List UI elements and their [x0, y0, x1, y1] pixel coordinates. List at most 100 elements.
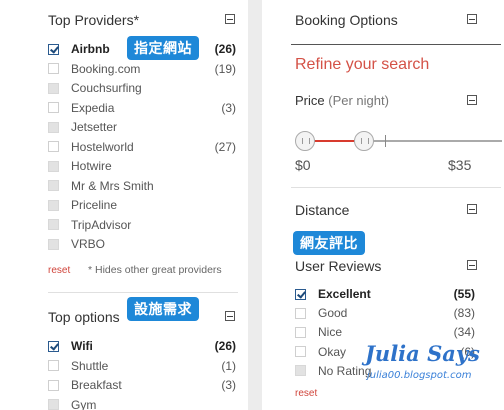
- option-count: (3): [221, 378, 236, 392]
- reviews-annotation-badge: 網友評比: [293, 231, 365, 255]
- review-label: Good: [318, 306, 348, 321]
- checkbox[interactable]: [48, 379, 59, 391]
- provider-label: Booking.com: [71, 61, 141, 76]
- provider-item[interactable]: Expedia (3): [48, 100, 236, 116]
- option-label: Shuttle: [71, 358, 109, 373]
- provider-label: Jetsetter: [71, 120, 118, 134]
- provider-item[interactable]: Hotwire: [48, 158, 236, 174]
- checkbox[interactable]: [48, 121, 59, 133]
- top-providers-collapse-icon[interactable]: [225, 14, 235, 24]
- review-label: No Rating: [318, 363, 372, 378]
- provider-label: Priceline: [71, 198, 118, 212]
- price-min-handle[interactable]: [295, 131, 315, 151]
- provider-label: Mr & Mrs Smith: [71, 178, 154, 193]
- checkbox[interactable]: [48, 399, 59, 410]
- distance-collapse-icon[interactable]: [467, 204, 477, 214]
- watermark-title: Julia Says: [365, 341, 480, 366]
- provider-count: (19): [214, 61, 236, 76]
- provider-item[interactable]: Mr & Mrs Smith: [48, 178, 236, 194]
- checkbox[interactable]: [48, 238, 59, 250]
- provider-label: Expedia: [71, 100, 115, 115]
- option-item[interactable]: Wifi (26): [48, 338, 236, 354]
- checkbox[interactable]: [48, 141, 59, 152]
- review-count: (83): [453, 306, 475, 321]
- providers-reset-link[interactable]: reset: [48, 265, 70, 276]
- review-count: (55): [453, 287, 475, 301]
- review-item[interactable]: Excellent (55): [295, 286, 475, 302]
- checkbox[interactable]: [295, 346, 306, 358]
- review-item[interactable]: Nice (34): [295, 324, 475, 340]
- price-unit: (Per night): [328, 93, 389, 108]
- provider-count: (26): [214, 42, 236, 56]
- review-count: (34): [453, 325, 475, 340]
- price-label: Price (Per night): [295, 93, 389, 108]
- provider-label: VRBO: [71, 237, 106, 251]
- provider-label: Couchsurfing: [71, 81, 142, 95]
- provider-label: Hotwire: [71, 159, 112, 173]
- checkbox[interactable]: [48, 102, 59, 113]
- option-item[interactable]: Gym: [48, 397, 236, 410]
- top-providers-title: Top Providers*: [48, 12, 140, 28]
- checkbox[interactable]: [48, 63, 59, 74]
- distance-title: Distance: [295, 202, 350, 218]
- checkbox[interactable]: [48, 219, 59, 230]
- booking-options-collapse-icon[interactable]: [467, 14, 477, 24]
- provider-label: Hostelworld: [71, 139, 134, 154]
- option-count: (26): [214, 339, 236, 353]
- provider-item[interactable]: VRBO: [48, 236, 236, 252]
- top-options-title: Top options: [48, 309, 120, 325]
- right-filter-panel: Booking Options Refine your search Price…: [262, 0, 504, 410]
- checked-checkbox[interactable]: [48, 340, 59, 352]
- checkbox[interactable]: [295, 365, 306, 377]
- provider-count: (27): [214, 139, 236, 154]
- booking-options-title: Booking Options: [295, 12, 398, 28]
- divider: [48, 292, 238, 293]
- provider-item[interactable]: TripAdvisor: [48, 217, 236, 233]
- checkbox[interactable]: [48, 360, 59, 371]
- provider-item[interactable]: Hostelworld (27): [48, 139, 236, 155]
- price-max-value: $35: [448, 157, 472, 173]
- provider-item[interactable]: Booking.com (19): [48, 61, 236, 77]
- review-label: Nice: [318, 325, 343, 340]
- option-label: Breakfast: [71, 378, 122, 392]
- provider-label: TripAdvisor: [71, 217, 132, 232]
- option-count: (1): [221, 358, 236, 373]
- watermark-subtitle: julia00.blogspot.com: [367, 370, 472, 381]
- provider-item[interactable]: Jetsetter: [48, 119, 236, 135]
- checked-checkbox[interactable]: [295, 288, 306, 300]
- checked-checkbox[interactable]: [48, 43, 59, 55]
- price-min-value: $0: [295, 157, 311, 173]
- price-label-text: Price: [295, 93, 325, 108]
- provider-count: (3): [221, 100, 236, 115]
- price-max-handle[interactable]: [354, 131, 374, 151]
- checkbox[interactable]: [295, 326, 306, 338]
- option-label: Wifi: [71, 339, 93, 353]
- providers-note: * Hides other great providers: [88, 264, 222, 276]
- checkbox[interactable]: [295, 307, 306, 319]
- review-label: Okay: [318, 344, 347, 359]
- provider-item[interactable]: Couchsurfing: [48, 80, 236, 96]
- checkbox[interactable]: [48, 160, 59, 172]
- user-reviews-title: User Reviews: [295, 258, 382, 274]
- left-filter-panel: Top Providers* 指定網站 Airbnb (26) Booking.co…: [0, 0, 248, 410]
- price-collapse-icon[interactable]: [467, 95, 477, 105]
- checkbox[interactable]: [48, 82, 59, 94]
- options-annotation-badge: 設施需求: [127, 297, 199, 321]
- review-item[interactable]: Good (83): [295, 305, 475, 321]
- option-label: Gym: [71, 397, 97, 410]
- user-reviews-collapse-icon[interactable]: [467, 260, 477, 270]
- reviews-reset-link[interactable]: reset: [295, 388, 317, 399]
- price-range-end-tick: [385, 135, 386, 147]
- provider-label: Airbnb: [71, 42, 110, 56]
- option-item[interactable]: Shuttle (1): [48, 358, 236, 374]
- review-label: Excellent: [318, 287, 371, 301]
- checkbox[interactable]: [48, 180, 59, 191]
- top-options-collapse-icon[interactable]: [225, 311, 235, 321]
- divider: [291, 44, 501, 45]
- divider: [291, 187, 501, 188]
- refine-search-heading: Refine your search: [295, 56, 430, 73]
- provider-item[interactable]: Priceline: [48, 197, 236, 213]
- checkbox[interactable]: [48, 199, 59, 211]
- provider-item[interactable]: Airbnb (26): [48, 41, 236, 57]
- option-item[interactable]: Breakfast (3): [48, 377, 236, 393]
